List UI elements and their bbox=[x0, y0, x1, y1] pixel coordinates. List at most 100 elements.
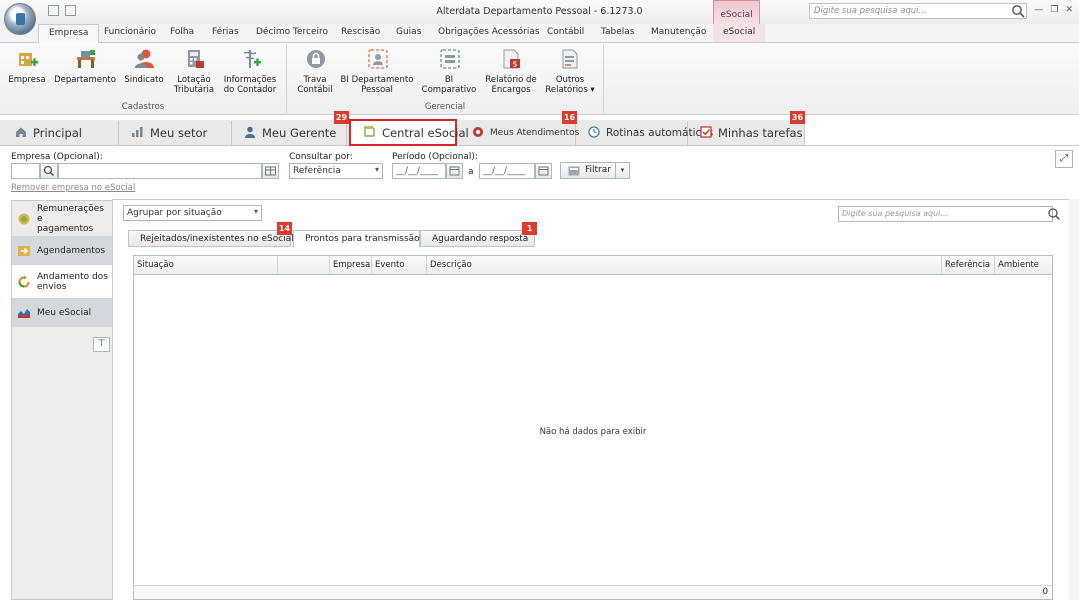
tab-decimo-terceiro[interactable]: Décimo Terceiro bbox=[256, 27, 328, 37]
empresa-search-button[interactable] bbox=[40, 163, 58, 179]
table-icon bbox=[265, 166, 276, 176]
group-by-select[interactable]: Agrupar por situação bbox=[123, 205, 262, 221]
coin-icon bbox=[17, 212, 31, 226]
empresa-code-input[interactable] bbox=[11, 163, 40, 179]
subtab-aguardando-resposta[interactable]: Aguardando resposta bbox=[420, 230, 535, 247]
remove-empresa-link[interactable]: Remover empresa no eSocial bbox=[11, 183, 135, 193]
calculator-icon bbox=[184, 48, 204, 70]
empty-state-message: Não há dados para exibir bbox=[539, 427, 647, 437]
chart-icon bbox=[131, 126, 144, 141]
filtrar-button[interactable]: Filtrar ▾ bbox=[560, 162, 630, 179]
right-margin bbox=[1069, 199, 1079, 600]
column-ambiente[interactable]: Ambiente bbox=[995, 256, 1052, 274]
meus-atendimentos-badge: 16 bbox=[562, 111, 577, 124]
search-icon[interactable] bbox=[1010, 3, 1027, 19]
column-referencia[interactable]: Referência bbox=[942, 256, 995, 274]
meu-gerente-badge: 29 bbox=[334, 111, 349, 124]
area-chart-icon bbox=[17, 306, 31, 320]
tab-ferias[interactable]: Férias bbox=[212, 27, 239, 37]
document-icon bbox=[363, 125, 376, 140]
tab-central-esocial[interactable]: Central eSocial bbox=[349, 119, 469, 146]
clock-icon bbox=[588, 125, 600, 141]
user-icon bbox=[244, 126, 256, 141]
tab-manutencao[interactable]: Manutenção bbox=[651, 27, 706, 37]
tab-folha[interactable]: Folha bbox=[170, 27, 194, 37]
empresa-table-button[interactable] bbox=[262, 163, 279, 179]
filtrar-dropdown-arrow[interactable]: ▾ bbox=[615, 163, 629, 178]
tab-contabil[interactable]: Contábil bbox=[547, 27, 584, 37]
date-from-calendar-button[interactable] bbox=[446, 163, 463, 179]
trava-contabil-button[interactable]: Trava Contábil bbox=[294, 48, 336, 95]
title-bar: Alterdata Departamento Pessoal - 6.1273.… bbox=[0, 0, 1079, 24]
tab-obrigacoes-acessorias[interactable]: Obrigações Acessórias bbox=[438, 27, 540, 37]
grid-footer: 0 bbox=[133, 585, 1053, 600]
column-situacao[interactable]: Situação bbox=[134, 256, 278, 274]
restore-icon[interactable]: ❐ bbox=[1050, 5, 1058, 15]
tab-principal[interactable]: Principal bbox=[3, 121, 119, 145]
tab-meus-atendimentos[interactable]: Meus Atendimentos bbox=[460, 121, 579, 145]
nav-remuneracoes-pagamentos[interactable]: Remunerações e pagamentos bbox=[12, 201, 112, 237]
subtab-prontos-transmissao[interactable]: Prontos para transmissão bbox=[293, 230, 420, 248]
informacoes-contador-button[interactable]: Informações do Contador bbox=[222, 48, 278, 95]
empresa-label: Empresa (Opcional): bbox=[11, 152, 103, 162]
periodo-label: Período (Opcional): bbox=[392, 152, 478, 162]
global-search-input[interactable]: Digite sua pesquisa aqui... bbox=[809, 3, 1027, 19]
empresa-name-input[interactable] bbox=[58, 163, 262, 179]
tab-meu-gerente[interactable]: Meu Gerente bbox=[232, 121, 347, 145]
grid-header: Situação Empresa Evento Descrição Referê… bbox=[134, 256, 1052, 275]
checkbox-icon bbox=[700, 125, 712, 141]
bi-comparativo-button[interactable]: BI Comparativo bbox=[420, 48, 478, 95]
sindicato-button[interactable]: Sindicato bbox=[123, 48, 165, 85]
reports-icon bbox=[560, 48, 580, 70]
ribbon-panel: Empresa Departamento Sindicato Lotação T… bbox=[0, 42, 1079, 115]
tab-rescisao[interactable]: Rescisão bbox=[341, 27, 380, 37]
app-menu-button[interactable] bbox=[4, 3, 36, 35]
column-evento[interactable]: Evento bbox=[372, 256, 427, 274]
relatorio-encargos-button[interactable]: $ Relatório de Encargos bbox=[482, 48, 540, 95]
date-from-input[interactable]: __/__/____ bbox=[392, 163, 446, 179]
date-separator: a bbox=[468, 167, 474, 177]
money-report-icon: $ bbox=[501, 48, 521, 70]
lotacao-tributaria-button[interactable]: Lotação Tributária bbox=[172, 48, 216, 95]
search-icon[interactable] bbox=[1046, 206, 1063, 222]
date-to-calendar-button[interactable] bbox=[535, 163, 552, 179]
group-label-cadastros: Cadastros bbox=[121, 102, 165, 112]
search-icon bbox=[43, 165, 55, 177]
svg-text:$: $ bbox=[512, 60, 517, 69]
ribbon-group-separator bbox=[603, 45, 604, 113]
subtab-rejeitados[interactable]: Rejeitados/inexistentes no eSocial bbox=[128, 230, 294, 247]
column-empresa[interactable]: Empresa bbox=[330, 256, 372, 274]
tab-guias[interactable]: Guias bbox=[396, 27, 421, 37]
tab-tabelas[interactable]: Tabelas bbox=[601, 27, 634, 37]
nav-agendamentos[interactable]: Agendamentos bbox=[12, 237, 112, 265]
caduceus-icon bbox=[240, 48, 261, 70]
empresa-button[interactable]: Empresa bbox=[8, 48, 46, 85]
tab-esocial[interactable]: eSocial bbox=[713, 24, 766, 42]
rejeitados-badge: 14 bbox=[277, 222, 292, 235]
date-to-input[interactable]: __/__/____ bbox=[479, 163, 535, 179]
close-icon[interactable]: ✕ bbox=[1065, 5, 1073, 15]
departamento-button[interactable]: Departamento bbox=[54, 48, 116, 85]
context-tab-header: eSocial bbox=[713, 0, 760, 24]
tab-divider bbox=[0, 145, 1079, 146]
building-add-icon bbox=[17, 48, 38, 70]
calendar-icon bbox=[538, 166, 549, 176]
desk-icon bbox=[75, 48, 95, 70]
aguardando-badge: 1 bbox=[522, 222, 537, 235]
window-controls: — ❐ ✕ bbox=[1034, 5, 1073, 15]
tab-rotinas-automaticas[interactable]: Rotinas automáticas bbox=[576, 121, 713, 145]
tab-funcionario[interactable]: Funcionário bbox=[104, 27, 156, 37]
pin-icon[interactable]: ⊤ bbox=[93, 337, 110, 352]
column-descricao[interactable]: Descrição bbox=[427, 256, 942, 274]
expand-icon[interactable]: ⤢ bbox=[1055, 150, 1073, 168]
bi-departamento-pessoal-button[interactable]: BI Departamento Pessoal bbox=[340, 48, 414, 95]
nav-andamento-envios[interactable]: Andamento dos envios bbox=[12, 265, 112, 299]
nav-meu-esocial[interactable]: Meu eSocial bbox=[12, 299, 112, 327]
outros-relatorios-button[interactable]: Outros Relatórios ▾ bbox=[544, 48, 596, 95]
minimize-icon[interactable]: — bbox=[1034, 5, 1043, 15]
tab-minhas-tarefas[interactable]: Minhas tarefas bbox=[688, 121, 805, 145]
tab-meu-setor[interactable]: Meu setor bbox=[119, 121, 232, 145]
tab-empresa[interactable]: Empresa bbox=[38, 24, 100, 43]
consultar-select[interactable]: Referência bbox=[289, 163, 383, 179]
content-search-input[interactable]: Digite sua pesquisa aqui... bbox=[838, 206, 1053, 222]
